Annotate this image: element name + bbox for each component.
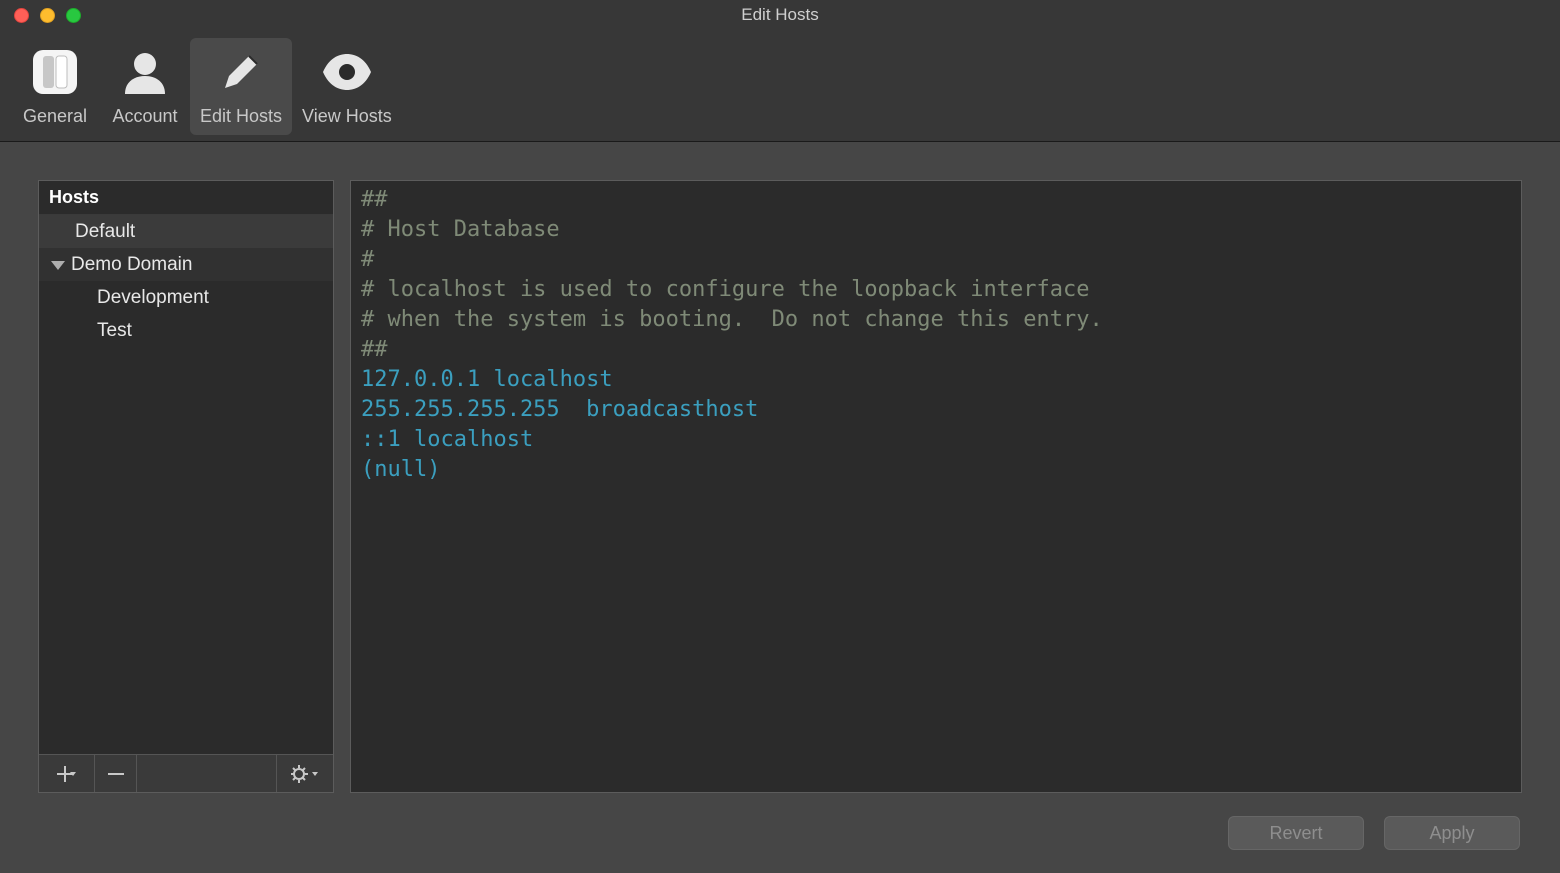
sidebar-header: Hosts — [39, 181, 333, 215]
tree-item-default[interactable]: Default — [39, 215, 333, 248]
person-icon — [117, 44, 173, 100]
plus-icon — [54, 764, 80, 784]
body-area: Hosts Default Demo Domain Development Te… — [0, 142, 1560, 793]
traffic-lights — [14, 8, 81, 23]
remove-button[interactable] — [95, 755, 137, 792]
pencil-icon — [213, 44, 269, 100]
apply-button[interactable]: Apply — [1384, 816, 1520, 850]
tree-item-test[interactable]: Test — [39, 314, 333, 347]
tab-view-hosts[interactable]: View Hosts — [292, 38, 402, 135]
tree-item-label: Default — [75, 221, 135, 243]
revert-button[interactable]: Revert — [1228, 816, 1364, 850]
chevron-down-icon — [312, 772, 318, 776]
tree-item-label: Development — [97, 287, 209, 309]
add-button[interactable] — [39, 755, 95, 792]
tab-label: Edit Hosts — [200, 106, 282, 127]
eye-icon — [319, 44, 375, 100]
editor-pane: ## # Host Database # # localhost is used… — [350, 180, 1522, 793]
close-window-button[interactable] — [14, 8, 29, 23]
minus-icon — [107, 765, 125, 783]
footer-spacer — [137, 755, 277, 792]
tab-edit-hosts[interactable]: Edit Hosts — [190, 38, 292, 135]
titlebar: Edit Hosts — [0, 0, 1560, 30]
minimize-window-button[interactable] — [40, 8, 55, 23]
tab-label: Account — [112, 106, 177, 127]
hosts-tree: Default Demo Domain Development Test — [39, 215, 333, 754]
sidebar-footer — [39, 754, 333, 792]
switch-icon — [27, 44, 83, 100]
toolbar: General Account Edit Hosts View Hosts — [0, 30, 1560, 142]
tab-general[interactable]: General — [10, 38, 100, 135]
tab-account[interactable]: Account — [100, 38, 190, 135]
disclosure-triangle-icon — [51, 261, 65, 270]
tree-group-demo-domain[interactable]: Demo Domain — [39, 248, 333, 281]
hosts-sidebar: Hosts Default Demo Domain Development Te… — [38, 180, 334, 793]
hosts-editor[interactable]: ## # Host Database # # localhost is used… — [361, 185, 1511, 788]
footer: Revert Apply — [0, 793, 1560, 873]
gear-icon — [290, 764, 320, 784]
tab-label: General — [23, 106, 87, 127]
tree-item-label: Demo Domain — [71, 254, 192, 276]
tree-item-label: Test — [97, 320, 132, 342]
zoom-window-button[interactable] — [66, 8, 81, 23]
actions-menu-button[interactable] — [277, 755, 333, 792]
tab-label: View Hosts — [302, 106, 392, 127]
tree-item-development[interactable]: Development — [39, 281, 333, 314]
window-title: Edit Hosts — [0, 5, 1560, 25]
